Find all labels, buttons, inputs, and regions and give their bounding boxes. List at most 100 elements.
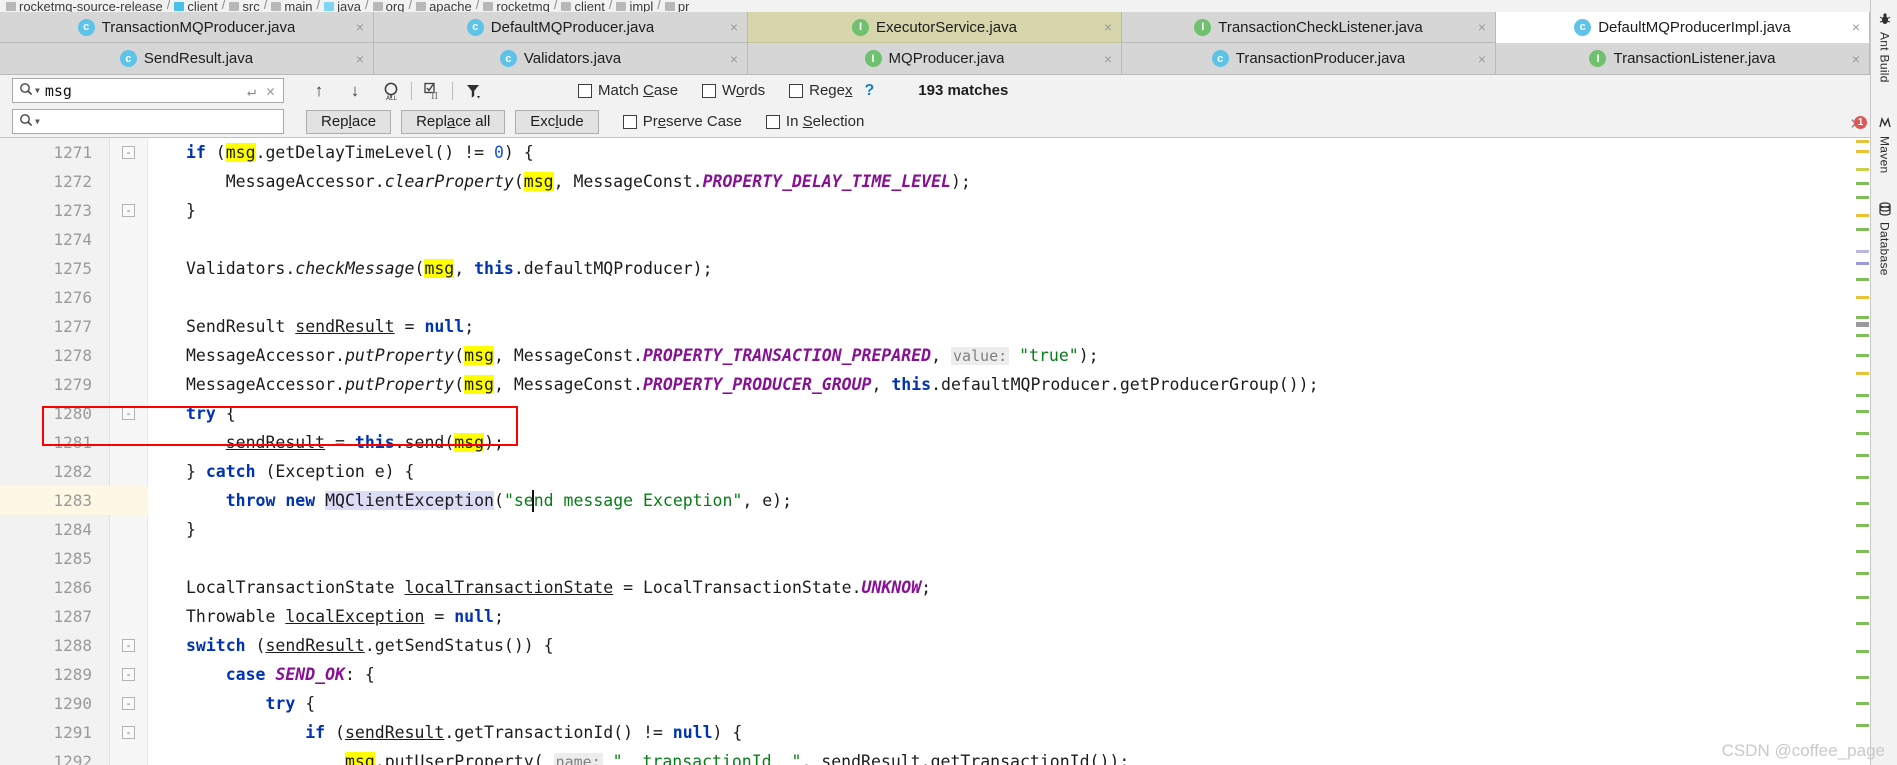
- words-label: Words: [722, 82, 766, 99]
- breadcrumb-item[interactable]: org: [372, 0, 404, 12]
- editor-tab-defaultmqproducerimpl[interactable]: c DefaultMQProducerImpl.java ×: [1496, 12, 1870, 43]
- class-icon: c: [466, 18, 484, 36]
- line-number: 1283: [53, 491, 92, 510]
- breadcrumb-separator: /: [657, 0, 661, 12]
- line-number: 1277: [53, 317, 92, 336]
- line-number: 1286: [53, 578, 92, 597]
- code-line: if (sendResult.getTransactionId() != nul…: [305, 723, 743, 742]
- tool-button-label: Database: [1877, 222, 1892, 276]
- fold-marker[interactable]: -: [122, 697, 135, 710]
- tool-button-database[interactable]: Database: [1871, 196, 1897, 282]
- breadcrumb-item[interactable]: src: [229, 0, 260, 12]
- close-icon[interactable]: ×: [1104, 20, 1112, 34]
- close-icon[interactable]: ×: [1478, 20, 1486, 34]
- close-icon[interactable]: ×: [730, 52, 738, 66]
- right-tool-rail: Ant Build Maven Database: [1870, 0, 1897, 765]
- clear-search-icon[interactable]: ✕: [266, 82, 275, 100]
- breadcrumb-item[interactable]: main: [271, 0, 313, 12]
- editor-tab-sendresult[interactable]: c SendResult.java ×: [0, 43, 374, 75]
- checkbox-box: [789, 83, 804, 98]
- line-number: 1278: [53, 346, 92, 365]
- close-icon[interactable]: ×: [356, 52, 364, 66]
- breadcrumb-item[interactable]: impl: [616, 0, 653, 12]
- editor-tab-executorservice[interactable]: I ExecutorService.java ×: [748, 12, 1122, 43]
- editor-tab-validators[interactable]: c Validators.java ×: [374, 43, 748, 75]
- editor-tab-defaultmqproducer[interactable]: c DefaultMQProducer.java ×: [374, 12, 748, 43]
- close-icon[interactable]: ×: [356, 20, 364, 34]
- match-count-label: 193 matches: [918, 82, 1009, 99]
- fold-marker[interactable]: -: [122, 668, 135, 681]
- breadcrumb-separator: /: [365, 0, 369, 12]
- breadcrumb-item[interactable]: rocketmq: [483, 0, 550, 12]
- close-icon[interactable]: ×: [1104, 52, 1112, 66]
- code-text-area[interactable]: if (msg.getDelayTimeLevel() != 0) { Mess…: [148, 138, 1870, 765]
- close-icon[interactable]: ×: [730, 20, 738, 34]
- breadcrumb-item[interactable]: client: [561, 0, 605, 12]
- toolbar-divider: [411, 81, 412, 100]
- code-line: MessageAccessor.putProperty(msg, Message…: [186, 375, 1319, 394]
- line-number: 1292: [53, 752, 92, 765]
- editor-tab-mqproducer[interactable]: I MQProducer.java ×: [748, 43, 1122, 75]
- fold-marker[interactable]: -: [122, 204, 135, 217]
- breadcrumb-item[interactable]: rocketmq-source-release: [6, 0, 163, 12]
- regex-checkbox[interactable]: Regex: [789, 82, 852, 99]
- editor-tab-transactionlistener[interactable]: I TransactionListener.java ×: [1496, 43, 1870, 75]
- watermark: CSDN @coffee_page: [1721, 741, 1885, 760]
- replace-input[interactable]: ▼: [12, 109, 284, 134]
- class-icon: c: [1574, 18, 1592, 36]
- replace-button[interactable]: Rep l ace: [306, 109, 392, 134]
- close-icon[interactable]: ×: [1478, 52, 1486, 66]
- close-icon[interactable]: ×: [1852, 20, 1860, 34]
- breadcrumb-item[interactable]: client: [174, 0, 218, 12]
- code-line: }: [186, 520, 196, 539]
- select-all-occurrences-button[interactable]: II: [419, 79, 445, 103]
- search-input[interactable]: ▼ msg ↵ ✕: [12, 78, 284, 103]
- breadcrumb-separator: /: [408, 0, 413, 12]
- next-occurrence-button[interactable]: ↓: [342, 79, 368, 103]
- class-icon: c: [499, 50, 517, 67]
- chevron-down-icon[interactable]: ▼: [35, 117, 40, 126]
- breadcrumb-item[interactable]: apache: [416, 0, 472, 12]
- replace-all-button[interactable]: Repl a ce all: [401, 109, 506, 134]
- line-number: 1290: [53, 694, 92, 713]
- breadcrumb-separator: /: [475, 0, 480, 12]
- class-icon: c: [77, 18, 95, 36]
- fold-marker[interactable]: -: [122, 639, 135, 652]
- interface-icon: I: [864, 50, 882, 67]
- line-number: 1282: [53, 462, 92, 481]
- tool-button-label: Ant Build: [1877, 32, 1892, 83]
- fold-marker[interactable]: -: [122, 726, 135, 739]
- code-line: MessageAccessor.clearProperty(msg, Messa…: [186, 172, 971, 191]
- fold-marker[interactable]: -: [122, 407, 135, 420]
- match-case-label: Match Case: [598, 82, 679, 99]
- prev-occurrence-button[interactable]: ↑: [306, 79, 332, 103]
- chevron-down-icon[interactable]: ▼: [35, 86, 40, 95]
- editor-tab-transactionmqproducer[interactable]: c TransactionMQProducer.java ×: [0, 12, 374, 43]
- breadcrumb-separator: /: [553, 0, 558, 12]
- match-case-checkbox[interactable]: Match Case: [578, 82, 678, 99]
- enter-icon[interactable]: ↵: [247, 82, 256, 100]
- close-icon[interactable]: ×: [1852, 52, 1860, 66]
- code-line: } catch (Exception e) {: [186, 462, 415, 481]
- find-row: ▼ msg ↵ ✕ ↑ ↓ ALL II Match Case Words Re…: [0, 75, 1870, 106]
- interface-icon: I: [1194, 18, 1212, 36]
- breadcrumb-item[interactable]: java: [324, 0, 361, 12]
- tool-button-ant-build[interactable]: Ant Build: [1871, 6, 1897, 89]
- in-selection-checkbox[interactable]: In Selection: [765, 113, 864, 130]
- code-editor[interactable]: 1271 1272 1273 1274 1275 1276 1277 1278 …: [0, 138, 1870, 765]
- error-stripe[interactable]: [1856, 110, 1869, 765]
- breadcrumb-item[interactable]: pr: [664, 0, 689, 12]
- fold-marker[interactable]: -: [122, 146, 135, 159]
- filter-button[interactable]: [460, 79, 486, 103]
- exclude-button[interactable]: Exc l ude: [515, 109, 599, 134]
- editor-tab-transactionchecklistener[interactable]: I TransactionCheckListener.java ×: [1122, 12, 1496, 43]
- find-all-button[interactable]: ALL: [378, 79, 404, 103]
- interface-icon: I: [1589, 50, 1607, 67]
- tool-button-maven[interactable]: Maven: [1871, 110, 1897, 180]
- preserve-case-checkbox[interactable]: Preserve Case: [622, 113, 742, 130]
- editor-tab-transactionproducer[interactable]: c TransactionProducer.java ×: [1122, 43, 1496, 75]
- line-number: 1280: [53, 404, 92, 423]
- words-checkbox[interactable]: Words: [702, 82, 765, 99]
- regex-help-icon[interactable]: ?: [864, 82, 874, 100]
